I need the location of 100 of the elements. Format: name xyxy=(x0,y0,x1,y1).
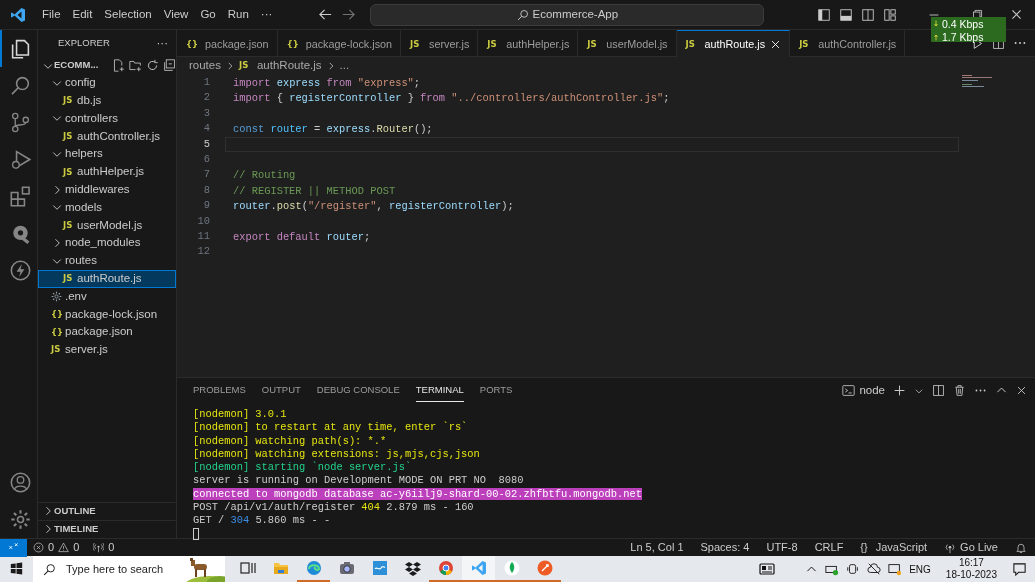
toggle-sidebar-icon[interactable] xyxy=(817,7,831,22)
windows-start-icon[interactable] xyxy=(10,561,23,575)
tree-item[interactable]: JS authController.js xyxy=(38,127,176,146)
speaker-icon[interactable] xyxy=(846,562,861,576)
download-speed: 0.4 Kbps xyxy=(942,18,984,31)
forward-icon[interactable] xyxy=(341,7,357,22)
search-field[interactable]: Type here to search xyxy=(64,559,184,579)
indentation[interactable]: Spaces: 4 xyxy=(700,539,750,556)
editor-tab[interactable]: JS authController.js xyxy=(790,30,906,57)
editor-tab[interactable]: {} package.json xyxy=(177,30,278,57)
new-terminal-icon[interactable] xyxy=(893,384,906,397)
tree-item[interactable]: middlewares xyxy=(38,180,176,199)
news-icon[interactable] xyxy=(759,561,776,577)
section-header[interactable]: OUTLINE xyxy=(38,502,176,521)
notifications-icon[interactable] xyxy=(1015,541,1027,554)
remote-button[interactable] xyxy=(0,538,27,557)
close-icon[interactable] xyxy=(1010,8,1023,21)
tree-item[interactable]: JS server.js xyxy=(38,340,176,359)
menu-item[interactable]: Run xyxy=(221,3,255,26)
breadcrumb-item[interactable]: routes xyxy=(189,56,221,75)
settings-icon[interactable] xyxy=(9,509,31,530)
debug-icon[interactable] xyxy=(9,149,31,170)
file-icon: JS xyxy=(63,94,77,108)
explorer-icon[interactable] xyxy=(9,38,31,59)
breadcrumb-item[interactable]: ... xyxy=(339,56,350,75)
extensions-icon[interactable] xyxy=(9,186,31,207)
toggle-secondary-sidebar-icon[interactable] xyxy=(861,7,875,22)
editor-tab[interactable]: JS authHelper.js xyxy=(478,30,579,57)
tree-item[interactable]: .env xyxy=(38,287,176,306)
customize-layout-icon[interactable] xyxy=(883,7,897,22)
editor-tab[interactable]: {} package-lock.json xyxy=(277,30,402,57)
cloud-icon[interactable] xyxy=(867,562,882,576)
camera-icon xyxy=(338,560,355,576)
tree-item[interactable]: config xyxy=(38,74,176,92)
terminal-selector[interactable]: node xyxy=(842,381,885,400)
notifications-icon[interactable] xyxy=(1012,561,1027,577)
file-icon: JS xyxy=(799,37,814,51)
tree-item[interactable]: node_modules xyxy=(38,234,176,252)
go-live-button[interactable]: Go Live xyxy=(944,539,998,556)
tree-item[interactable]: JS db.js xyxy=(38,91,176,110)
input-language[interactable]: ENG xyxy=(909,561,931,577)
taskbar-search-field[interactable]: Type here to search xyxy=(33,556,225,582)
menu-item[interactable]: Edit xyxy=(66,3,99,26)
tree-item[interactable]: JS userModel.js xyxy=(38,216,176,235)
chrome-icon xyxy=(437,560,454,576)
panel-tab[interactable]: TERMINAL xyxy=(415,379,464,402)
terminal-line: [nodemon] to restart at any time, enter `rs` xyxy=(193,421,469,435)
panel-tab[interactable]: PORTS xyxy=(479,379,513,402)
panel-tab[interactable]: DEBUG CONSOLE xyxy=(316,379,400,402)
panel-tab[interactable]: OUTPUT xyxy=(261,379,301,402)
cursor-position[interactable]: Ln 5, Col 1 xyxy=(630,539,684,556)
trash-icon[interactable] xyxy=(953,384,966,397)
new-folder-icon[interactable] xyxy=(129,59,142,72)
line-ending[interactable]: CRLF xyxy=(814,539,844,556)
leaf-icon xyxy=(503,560,520,576)
sidebar-title: EXPLORER xyxy=(58,36,110,51)
tree-item[interactable]: models xyxy=(38,198,176,217)
source-control-icon[interactable] xyxy=(9,112,31,133)
menu-item[interactable]: ··· xyxy=(254,3,279,26)
toggle-panel-icon[interactable] xyxy=(839,7,853,22)
editor-tab[interactable]: JS server.js xyxy=(401,30,479,57)
command-center[interactable]: Ecommerce-App xyxy=(370,3,765,26)
tree-item[interactable]: controllers xyxy=(38,109,176,128)
more-actions-button[interactable]: ··· xyxy=(156,34,168,53)
menu-item[interactable]: Selection xyxy=(98,3,158,26)
tree-root[interactable]: ECOMM... xyxy=(38,56,112,75)
clock[interactable]: 16:17 18-10-2023 xyxy=(945,557,997,581)
tree-item[interactable]: {} package.json xyxy=(38,323,176,341)
display-icon[interactable] xyxy=(888,562,903,576)
search-icon[interactable] xyxy=(9,75,31,96)
editor-tab[interactable]: JS authRoute.js xyxy=(676,30,791,57)
refresh-icon[interactable] xyxy=(146,59,159,72)
close-icon[interactable] xyxy=(770,38,782,50)
file-icon: JS xyxy=(487,37,502,51)
back-icon[interactable] xyxy=(318,7,334,22)
collapse-all-icon[interactable] xyxy=(163,59,176,72)
terminal-line: [nodemon] watching extensions: js,mjs,cjs,json xyxy=(193,447,481,461)
language-mode[interactable]: {} JavaScript xyxy=(860,539,928,556)
tree-item[interactable]: {} package-lock.json xyxy=(38,305,176,324)
file-icon: JS xyxy=(685,37,700,51)
menu-item[interactable]: Go xyxy=(194,3,222,26)
ports-button[interactable]: 0 xyxy=(93,539,115,556)
tree-item[interactable]: JS authHelper.js xyxy=(38,163,176,181)
close-icon[interactable] xyxy=(1016,385,1027,396)
split-terminal-icon[interactable] xyxy=(932,384,945,397)
editor-tab[interactable]: JS userModel.js xyxy=(578,30,677,57)
encoding[interactable]: UTF-8 xyxy=(766,539,798,556)
menu-item[interactable]: View xyxy=(157,3,195,26)
error-icon xyxy=(33,542,44,553)
breadcrumb-item[interactable]: authRoute.js xyxy=(256,56,322,75)
new-file-icon[interactable] xyxy=(112,59,125,72)
account-icon[interactable] xyxy=(9,472,31,493)
tree-item[interactable]: routes xyxy=(38,251,176,270)
tree-item[interactable]: JS authRoute.js xyxy=(38,269,176,288)
bolt-icon[interactable] xyxy=(9,260,31,281)
menu-item[interactable]: File xyxy=(36,3,67,26)
code-line: // REGISTER || METHOD POST xyxy=(232,183,397,199)
panel-tab[interactable]: PROBLEMS xyxy=(193,379,246,402)
problems-button[interactable]: 0 0 xyxy=(33,539,80,556)
tree-item[interactable]: helpers xyxy=(38,145,176,163)
